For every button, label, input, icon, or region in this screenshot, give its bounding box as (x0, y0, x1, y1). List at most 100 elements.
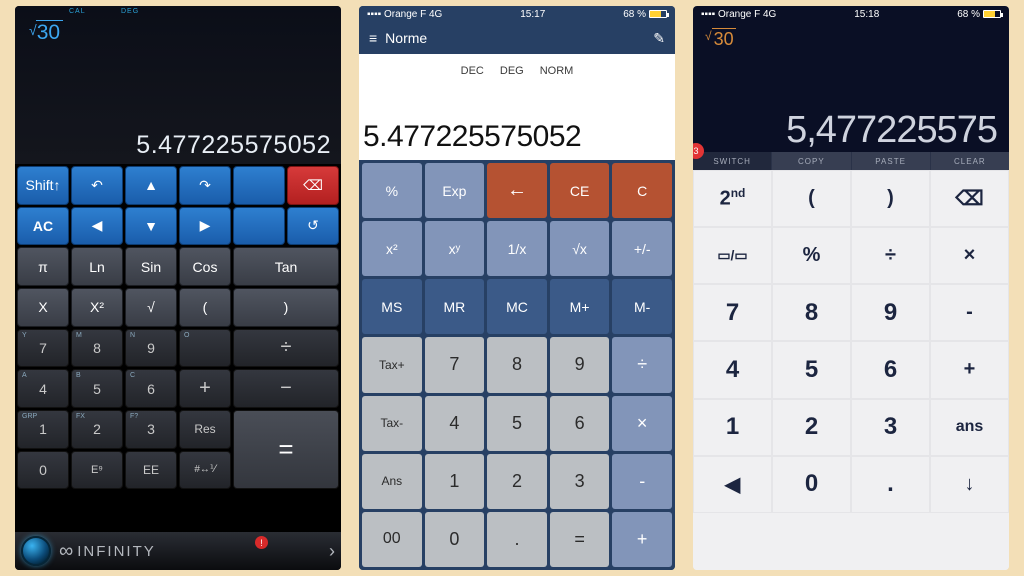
00-button[interactable]: 00 (362, 512, 422, 567)
mminus-button[interactable]: M- (612, 279, 672, 334)
toggle-button[interactable]: #↔⅟ (179, 451, 231, 490)
1-button[interactable]: 1 (693, 399, 772, 456)
divide-button[interactable]: ÷ (612, 337, 672, 392)
redo-button[interactable]: ↷ (179, 166, 231, 205)
ln-button[interactable]: Ln (71, 247, 123, 286)
5-button[interactable]: 5 (772, 341, 851, 398)
multiply-button[interactable]: × (612, 396, 672, 451)
divide-button[interactable]: ÷ (233, 329, 339, 368)
mode-dec[interactable]: DEC (461, 65, 484, 77)
copy-button[interactable]: COPY (772, 152, 850, 170)
mr-button[interactable]: MR (425, 279, 485, 334)
divide-button[interactable]: ÷ (851, 227, 930, 284)
4-button[interactable]: 4 (693, 341, 772, 398)
2-button[interactable]: 2 (772, 399, 851, 456)
mode-deg[interactable]: DEG (500, 65, 524, 77)
6-button[interactable]: 6 (550, 396, 610, 451)
ms-button[interactable]: MS (362, 279, 422, 334)
pi-button[interactable]: π (17, 247, 69, 286)
ac-button[interactable]: AC (17, 207, 69, 246)
e9-button[interactable]: E⁹ (71, 451, 123, 490)
cos-button[interactable]: Cos (179, 247, 231, 286)
exp-button[interactable]: Exp (425, 163, 485, 218)
right-button[interactable]: ▶ (179, 207, 231, 246)
backspace-button[interactable]: ⌫ (930, 170, 1009, 227)
edit-icon[interactable]: ✎ (653, 30, 665, 47)
2-button[interactable]: 2 (487, 454, 547, 509)
2nd-button[interactable]: 2nd (693, 170, 772, 227)
blank2-button[interactable] (233, 207, 285, 246)
down-button[interactable]: ↓ (930, 456, 1009, 513)
4-button[interactable]: A4 (17, 369, 69, 408)
8-button[interactable]: M8 (71, 329, 123, 368)
ans-button[interactable]: ans (930, 399, 1009, 456)
5-button[interactable]: 5 (487, 396, 547, 451)
0-button[interactable]: 0 (17, 451, 69, 490)
inv-button[interactable]: 1/x (487, 221, 547, 276)
lparen-button[interactable]: ( (772, 170, 851, 227)
4-button[interactable]: 4 (425, 396, 485, 451)
res-button[interactable]: Res (179, 410, 231, 449)
next-button[interactable]: › (329, 541, 335, 562)
6-button[interactable]: 6 (851, 341, 930, 398)
c-button[interactable]: C (612, 163, 672, 218)
9-button[interactable]: 9 (851, 284, 930, 341)
dot-button[interactable]: . (487, 512, 547, 567)
sign-button[interactable]: +/- (612, 221, 672, 276)
rparen-button[interactable]: ) (851, 170, 930, 227)
mc-button[interactable]: MC (487, 279, 547, 334)
paste-button[interactable]: PASTE (852, 152, 930, 170)
clear-button[interactable]: CLEAR (931, 152, 1009, 170)
app-orb-icon[interactable] (21, 536, 51, 566)
blank3-button[interactable]: O (179, 329, 231, 368)
xsq-button[interactable]: x² (362, 221, 422, 276)
2-button[interactable]: FX2 (71, 410, 123, 449)
7-button[interactable]: 7 (693, 284, 772, 341)
0-button[interactable]: 0 (425, 512, 485, 567)
blank-button[interactable] (233, 166, 285, 205)
plus-button[interactable]: + (179, 369, 231, 408)
taxplus-button[interactable]: Tax+ (362, 337, 422, 392)
up-button[interactable]: ▲ (125, 166, 177, 205)
8-button[interactable]: 8 (487, 337, 547, 392)
sqrt-button[interactable]: √ (125, 288, 177, 327)
6-button[interactable]: C6 (125, 369, 177, 408)
taxminus-button[interactable]: Tax- (362, 396, 422, 451)
minus-button[interactable]: - (930, 284, 1009, 341)
1-button[interactable]: 1 (425, 454, 485, 509)
percent-button[interactable]: % (362, 163, 422, 218)
9-button[interactable]: N9 (125, 329, 177, 368)
xy-button[interactable]: xʸ (425, 221, 485, 276)
undo-button[interactable]: ↶ (71, 166, 123, 205)
7-button[interactable]: 7 (425, 337, 485, 392)
sin-button[interactable]: Sin (125, 247, 177, 286)
multiply-button[interactable]: × (930, 227, 1009, 284)
tan-button[interactable]: Tan (233, 247, 339, 286)
minus-button[interactable]: − (233, 369, 339, 408)
backspace-button[interactable]: ← (487, 163, 547, 218)
8-button[interactable]: 8 (772, 284, 851, 341)
percent-button[interactable]: % (772, 227, 851, 284)
backspace-button[interactable]: ⌫ (287, 166, 339, 205)
history-button[interactable]: ↺ (287, 207, 339, 246)
mplus-button[interactable]: M+ (550, 279, 610, 334)
ee-button[interactable]: EE (125, 451, 177, 490)
3-button[interactable]: 3 (550, 454, 610, 509)
ans-button[interactable]: Ans (362, 454, 422, 509)
3-button[interactable]: F?3 (125, 410, 177, 449)
plus-button[interactable]: + (930, 341, 1009, 398)
7-button[interactable]: Y7 (17, 329, 69, 368)
x-button[interactable]: X (17, 288, 69, 327)
switch-button[interactable]: SWITCH (693, 152, 771, 170)
equals-button[interactable]: = (233, 410, 339, 489)
9-button[interactable]: 9 (550, 337, 610, 392)
mode-norm[interactable]: NORM (540, 65, 574, 77)
0-button[interactable]: 0 (772, 456, 851, 513)
minus-button[interactable]: - (612, 454, 672, 509)
1-button[interactable]: GRP1 (17, 410, 69, 449)
lparen-button[interactable]: ( (179, 288, 231, 327)
3-button[interactable]: 3 (851, 399, 930, 456)
down-button[interactable]: ▼ (125, 207, 177, 246)
ce-button[interactable]: CE (550, 163, 610, 218)
left-button[interactable]: ◀ (693, 456, 772, 513)
